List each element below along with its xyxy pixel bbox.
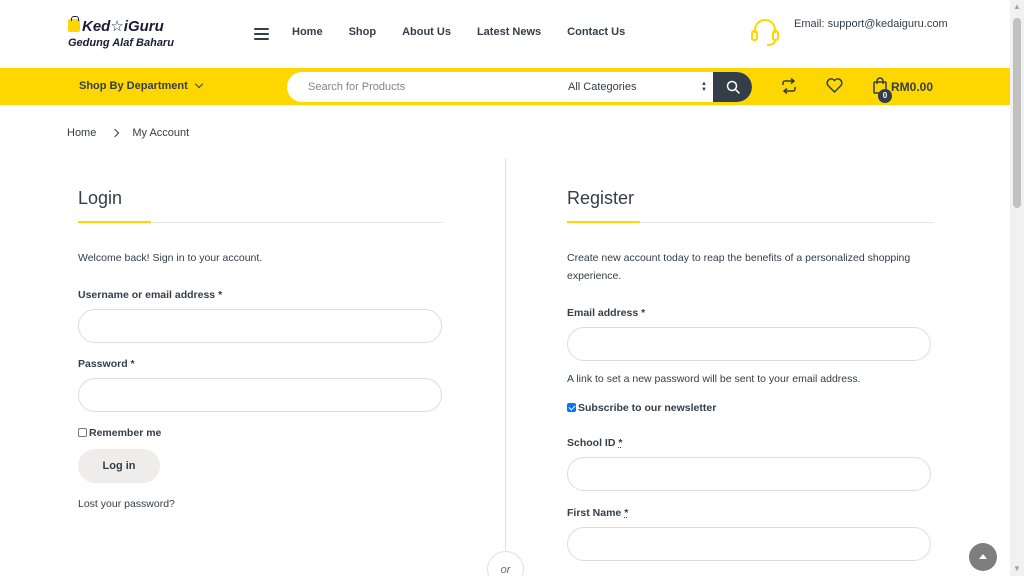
required-mark: * xyxy=(641,307,646,319)
login-title: Login xyxy=(78,188,123,208)
cart-count-badge: 0 xyxy=(878,89,892,103)
top-header: Ked☆iGuru Gedung Alaf Baharu Home Shop A… xyxy=(0,0,1010,68)
register-section: Register Create new account today to rea… xyxy=(567,188,934,561)
title-underline xyxy=(78,221,443,223)
select-arrows-icon: ▲ ▼ xyxy=(701,81,707,93)
school-id-label: School ID * xyxy=(567,437,934,449)
nav-home[interactable]: Home xyxy=(292,26,323,38)
category-select[interactable]: All Categories ▲ ▼ xyxy=(557,72,712,102)
breadcrumb: Home My Account xyxy=(67,127,189,139)
chevron-right-icon xyxy=(111,128,120,138)
login-section: Login Welcome back! Sign in to your acco… xyxy=(78,188,443,510)
logo-wordmark: Ked☆iGuru xyxy=(68,16,164,35)
cart-total[interactable]: RM0.00 xyxy=(891,80,933,94)
scroll-down-arrow-icon[interactable]: ▼ xyxy=(1010,562,1024,576)
search-button[interactable] xyxy=(713,72,752,102)
lost-password-link[interactable]: Lost your password? xyxy=(78,498,443,510)
password-label-text: Password xyxy=(78,358,128,370)
compare-icon[interactable] xyxy=(781,78,797,94)
username-label: Username or email address * xyxy=(78,289,443,301)
site-logo[interactable]: Ked☆iGuru Gedung Alaf Baharu xyxy=(68,16,188,53)
breadcrumb-home[interactable]: Home xyxy=(67,127,96,139)
required-mark: * xyxy=(218,289,223,301)
product-search-form: All Categories ▲▼ xyxy=(287,72,752,102)
register-email-input[interactable] xyxy=(567,327,931,361)
password-link-note: A link to set a new password will be sen… xyxy=(567,373,861,385)
nav-latest-news[interactable]: Latest News xyxy=(477,26,541,38)
headset-support-icon xyxy=(751,19,779,46)
breadcrumb-current: My Account xyxy=(132,127,190,139)
nav-about-us[interactable]: About Us xyxy=(402,26,451,38)
register-title: Register xyxy=(567,188,635,208)
search-input[interactable] xyxy=(287,72,552,102)
newsletter-label: Subscribe to our newsletter xyxy=(578,402,717,414)
or-separator: or xyxy=(487,551,524,576)
newsletter-checkbox[interactable] xyxy=(567,403,576,412)
nav-shop[interactable]: Shop xyxy=(349,26,377,38)
first-name-input[interactable] xyxy=(567,527,931,561)
shopping-bag-icon xyxy=(68,16,80,32)
shop-by-department-toggle[interactable]: Shop By Department xyxy=(79,79,204,92)
required-mark: * xyxy=(624,507,629,519)
password-label: Password * xyxy=(78,358,443,370)
hamburger-menu-icon[interactable] xyxy=(254,28,269,40)
remember-me-label: Remember me xyxy=(89,427,162,439)
email-label: Email address * xyxy=(567,307,934,319)
school-id-label-text: School ID xyxy=(567,437,616,449)
main-nav: Home Shop About Us Latest News Contact U… xyxy=(292,26,651,38)
department-label: Shop By Department xyxy=(79,80,188,92)
login-button[interactable]: Log in xyxy=(78,449,160,483)
nav-contact-us[interactable]: Contact Us xyxy=(567,26,625,38)
chevron-down-icon xyxy=(194,79,204,89)
login-intro: Welcome back! Sign in to your account. xyxy=(78,252,263,264)
logo-tagline: Gedung Alaf Baharu xyxy=(68,37,174,49)
first-name-label: First Name * xyxy=(567,507,934,519)
support-email[interactable]: Email: support@kedaiguru.com xyxy=(794,18,948,30)
password-input[interactable] xyxy=(78,378,442,412)
remember-me-row[interactable]: Remember me xyxy=(78,427,443,439)
first-name-label-text: First Name xyxy=(567,507,622,519)
scroll-up-arrow-icon[interactable]: ▲ xyxy=(1010,0,1024,14)
school-id-input[interactable] xyxy=(567,457,931,491)
title-underline xyxy=(567,221,934,223)
newsletter-row[interactable]: Subscribe to our newsletter xyxy=(567,402,934,414)
required-mark: * xyxy=(130,358,135,370)
back-to-top-button[interactable] xyxy=(969,543,997,571)
search-icon xyxy=(726,80,740,94)
search-toolbar: Shop By Department All Categories ▲▼ xyxy=(0,68,1010,105)
page-scrollbar[interactable]: ▲ ▼ xyxy=(1010,0,1024,576)
category-selected-value: All Categories xyxy=(568,81,637,93)
email-label-text: Email address xyxy=(567,307,639,319)
wishlist-heart-icon[interactable] xyxy=(826,78,843,93)
scrollbar-thumb[interactable] xyxy=(1013,18,1021,208)
username-input[interactable] xyxy=(78,309,442,343)
username-label-text: Username or email address xyxy=(78,289,216,301)
column-divider xyxy=(505,158,506,558)
remember-me-checkbox[interactable] xyxy=(78,428,87,437)
register-intro: Create new account today to reap the ben… xyxy=(567,252,911,282)
required-mark: * xyxy=(618,437,623,449)
